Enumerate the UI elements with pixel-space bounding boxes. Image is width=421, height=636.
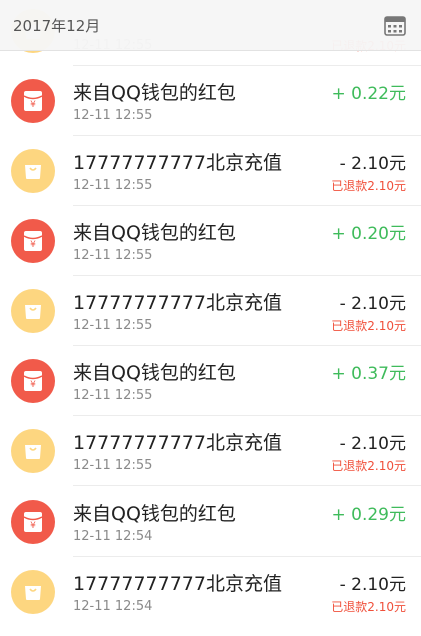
transaction-row[interactable]: 17777777777北京充值 12-11 12:55 - 2.10元 已退款2… [0, 136, 421, 206]
shopping-bag-icon [11, 149, 55, 193]
transaction-row[interactable]: ¥ 来自QQ钱包的红包 12-11 12:55 + 0.37元 [0, 346, 421, 416]
shopping-bag-icon [11, 289, 55, 333]
transaction-row[interactable]: ¥ 来自QQ钱包的红包 12-11 12:54 + 0.29元 [0, 487, 421, 557]
transaction-time: 12-11 12:55 [73, 318, 153, 333]
transaction-title: 17777777777北京充值 [73, 573, 282, 595]
transaction-title: 17777777777北京充值 [73, 432, 282, 454]
refund-note: 已退款2.10元 [331, 600, 406, 614]
transaction-amount: - 2.10元 [339, 575, 406, 595]
transaction-time: 12-11 12:55 [73, 248, 153, 263]
shopping-bag-icon [11, 429, 55, 473]
transaction-title: 来自QQ钱包的红包 [73, 503, 236, 525]
red-packet-icon: ¥ [11, 79, 55, 123]
transaction-title: 17777777777北京充值 [73, 292, 282, 314]
month-label: 2017年12月 [13, 17, 101, 35]
transaction-amount: - 2.10元 [339, 154, 406, 174]
shopping-bag-icon [11, 570, 55, 614]
transaction-amount: + 0.29元 [331, 505, 407, 525]
refund-note: 已退款2.10元 [331, 319, 406, 333]
svg-text:¥: ¥ [30, 100, 36, 110]
transaction-row[interactable]: 17777777777北京充值 12-11 12:54 - 2.10元 已退款2… [0, 557, 421, 627]
transaction-amount: + 0.37元 [331, 364, 407, 384]
transaction-row[interactable]: ¥ 来自QQ钱包的红包 12-11 12:55 + 0.22元 [0, 66, 421, 136]
transaction-time: 12-11 12:54 [73, 599, 153, 614]
transaction-title: 来自QQ钱包的红包 [73, 82, 236, 104]
transaction-time: 12-11 12:55 [73, 178, 153, 193]
red-packet-icon: ¥ [11, 219, 55, 263]
transaction-time: 12-11 12:55 [73, 108, 153, 123]
transaction-amount: - 2.10元 [339, 434, 406, 454]
transaction-time: 12-11 12:55 [73, 388, 153, 403]
svg-text:¥: ¥ [30, 521, 36, 531]
transaction-amount: + 0.20元 [331, 224, 407, 244]
transaction-time: 12-11 12:54 [73, 529, 153, 544]
svg-text:¥: ¥ [30, 380, 36, 390]
red-packet-icon: ¥ [11, 359, 55, 403]
red-packet-icon: ¥ [11, 500, 55, 544]
transaction-row[interactable]: 17777777777北京充值 12-11 12:55 - 2.10元 已退款2… [0, 276, 421, 346]
row-divider [73, 485, 421, 486]
transaction-amount: + 0.22元 [331, 84, 407, 104]
transaction-amount: - 2.10元 [339, 294, 406, 314]
calendar-icon[interactable] [384, 15, 406, 36]
month-header: 2017年12月 [0, 0, 421, 50]
transaction-title: 来自QQ钱包的红包 [73, 362, 236, 384]
refund-note: 已退款2.10元 [331, 459, 406, 473]
svg-text:¥: ¥ [30, 240, 36, 250]
refund-note: 已退款2.10元 [331, 179, 406, 193]
transaction-time: 12-11 12:55 [73, 458, 153, 473]
transaction-title: 17777777777北京充值 [73, 152, 282, 174]
transaction-row[interactable]: ¥ 来自QQ钱包的红包 12-11 12:55 + 0.20元 [0, 206, 421, 276]
transaction-title: 来自QQ钱包的红包 [73, 222, 236, 244]
transaction-row[interactable]: 17777777777北京充值 12-11 12:55 - 2.10元 已退款2… [0, 416, 421, 486]
